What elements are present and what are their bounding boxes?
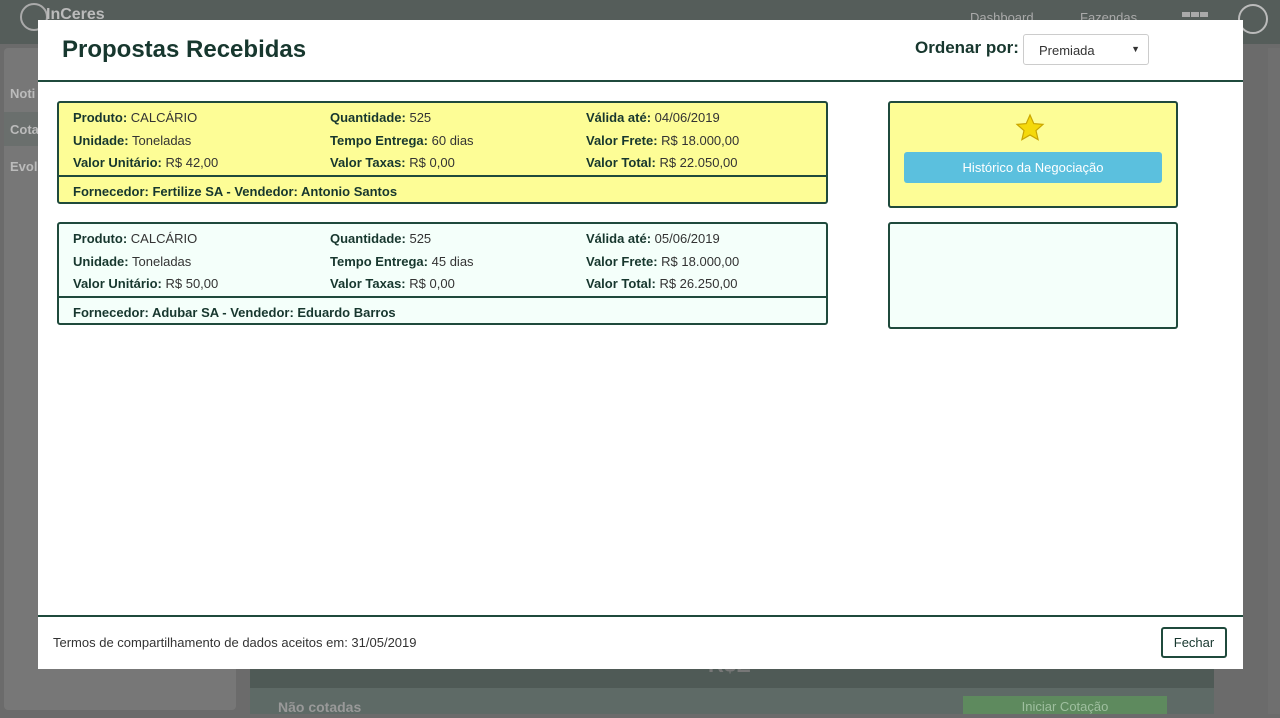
field-valor-total: Valor Total: R$ 26.250,00 — [586, 276, 738, 291]
sidebar-item-notificacoes[interactable]: Noti — [10, 86, 35, 101]
field-valor-taxas: Valor Taxas: R$ 0,00 — [330, 155, 455, 170]
field-valor-unitario: Valor Unitário: R$ 50,00 — [73, 276, 219, 291]
field-valor-frete: Valor Frete: R$ 18.000,00 — [586, 133, 740, 148]
field-valor-taxas: Valor Taxas: R$ 0,00 — [330, 276, 455, 291]
modal-title: Propostas Recebidas — [62, 36, 307, 63]
field-quantidade: Quantidade: 525 — [330, 231, 432, 246]
field-quantidade: Quantidade: 525 — [330, 110, 432, 125]
star-icon — [1015, 113, 1045, 141]
field-valor-unitario: Valor Unitário: R$ 42,00 — [73, 155, 219, 170]
proposal-details: Produto: CALCÁRIO Quantidade: 525 Válida… — [59, 103, 826, 177]
data-sharing-terms: Termos de compartilhamento de dados acei… — [53, 635, 417, 650]
field-valida: Válida até: 05/06/2019 — [586, 231, 720, 246]
proposal-actions-box: Histórico da Negociação — [888, 101, 1178, 208]
field-unidade: Unidade: Toneladas — [73, 254, 192, 269]
bg-iniciar-cotacao-button[interactable]: Iniciar Cotação — [963, 696, 1167, 714]
sidebar-item-cotacoes[interactable]: Cota — [10, 122, 39, 137]
proposal-details: Produto: CALCÁRIO Quantidade: 525 Válida… — [59, 224, 826, 298]
order-label: Ordenar por: — [915, 38, 1019, 57]
field-produto: Produto: CALCÁRIO — [73, 231, 198, 246]
order-select[interactable]: Premiada ▼ — [1023, 34, 1149, 65]
proposal-card: Produto: CALCÁRIO Quantidade: 525 Válida… — [57, 101, 828, 204]
field-unidade: Unidade: Toneladas — [73, 133, 192, 148]
proposal-supplier: Fornecedor: Adubar SA - Vendedor: Eduard… — [73, 305, 396, 320]
page-scrollbar[interactable] — [1268, 48, 1280, 714]
field-produto: Produto: CALCÁRIO — [73, 110, 198, 125]
modal-header: Propostas Recebidas Ordenar por: Premiad… — [38, 20, 1243, 82]
field-tempo-entrega: Tempo Entrega: 45 dias — [330, 254, 474, 269]
close-button[interactable]: Fechar — [1161, 627, 1227, 658]
modal-footer: Termos de compartilhamento de dados acei… — [38, 615, 1243, 671]
field-valida: Válida até: 04/06/2019 — [586, 110, 720, 125]
proposal-supplier: Fornecedor: Fertilize SA - Vendedor: Ant… — [73, 184, 398, 199]
field-valor-total: Valor Total: R$ 22.050,00 — [586, 155, 738, 170]
bg-section-label: Não cotadas — [278, 699, 362, 715]
order-select-value: Premiada — [1039, 43, 1095, 58]
chevron-down-icon: ▼ — [1131, 44, 1140, 54]
field-tempo-entrega: Tempo Entrega: 60 dias — [330, 133, 474, 148]
field-valor-frete: Valor Frete: R$ 18.000,00 — [586, 254, 740, 269]
proposal-actions-box — [888, 222, 1178, 329]
proposal-card: Produto: CALCÁRIO Quantidade: 525 Válida… — [57, 222, 828, 325]
proposals-modal: Propostas Recebidas Ordenar por: Premiad… — [38, 20, 1243, 669]
historico-negociacao-button[interactable]: Histórico da Negociação — [904, 152, 1162, 183]
sidebar-item-evolucao[interactable]: Evol — [10, 159, 37, 174]
